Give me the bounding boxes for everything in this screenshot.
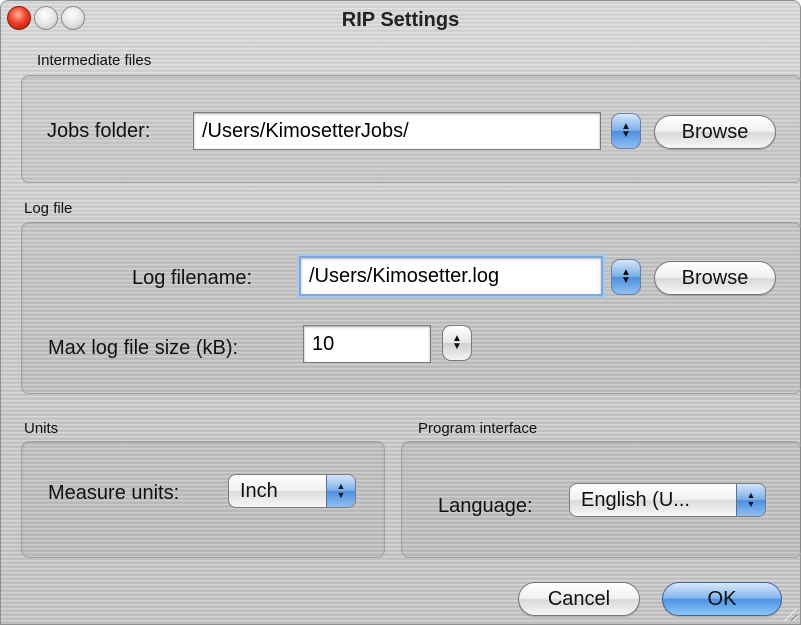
stepper-down-icon: ▼: [621, 275, 631, 286]
jobs-folder-field[interactable]: /Users/KimosetterJobs/: [193, 112, 601, 150]
resize-grip-icon[interactable]: [783, 607, 797, 621]
max-log-size-stepper[interactable]: ▲ ▼: [442, 325, 472, 361]
intermediate-files-label: Intermediate files: [37, 52, 152, 69]
rip-settings-window: RIP Settings Intermediate files Jobs fol…: [0, 0, 801, 625]
language-popup[interactable]: English (U... ▲ ▼: [569, 483, 766, 517]
jobs-folder-browse-button[interactable]: Browse: [654, 115, 776, 149]
max-log-size-field[interactable]: 10: [303, 325, 431, 363]
cancel-button[interactable]: Cancel: [518, 582, 640, 616]
measure-units-popup[interactable]: Inch ▲ ▼: [228, 474, 356, 508]
log-filename-label: Log filename:: [132, 267, 253, 289]
ok-button[interactable]: OK: [662, 582, 782, 616]
jobs-folder-label: Jobs folder:: [47, 120, 151, 142]
stepper-down-icon: ▼: [621, 129, 631, 140]
stepper-down-icon: ▼: [452, 341, 462, 352]
window-title: RIP Settings: [341, 9, 460, 31]
program-interface-label: Program interface: [418, 420, 538, 437]
measure-units-label: Measure units:: [48, 482, 180, 504]
language-label: Language:: [438, 495, 533, 517]
title-bar[interactable]: RIP Settings: [0, 0, 801, 44]
updown-arrows-icon: ▲ ▼: [736, 484, 765, 516]
log-file-label: Log file: [24, 200, 73, 217]
jobs-folder-stepper[interactable]: ▲ ▼: [611, 113, 641, 149]
language-value: English (U...: [581, 489, 690, 511]
units-label: Units: [24, 420, 59, 437]
max-log-size-label: Max log file size (kB):: [48, 337, 239, 359]
log-filename-browse-button[interactable]: Browse: [654, 261, 776, 295]
log-filename-field[interactable]: /Users/Kimosetter.log: [299, 256, 603, 296]
log-file-group: [21, 222, 801, 394]
log-filename-stepper[interactable]: ▲ ▼: [611, 259, 641, 295]
updown-arrows-icon: ▲ ▼: [326, 475, 355, 507]
measure-units-value: Inch: [240, 480, 278, 502]
